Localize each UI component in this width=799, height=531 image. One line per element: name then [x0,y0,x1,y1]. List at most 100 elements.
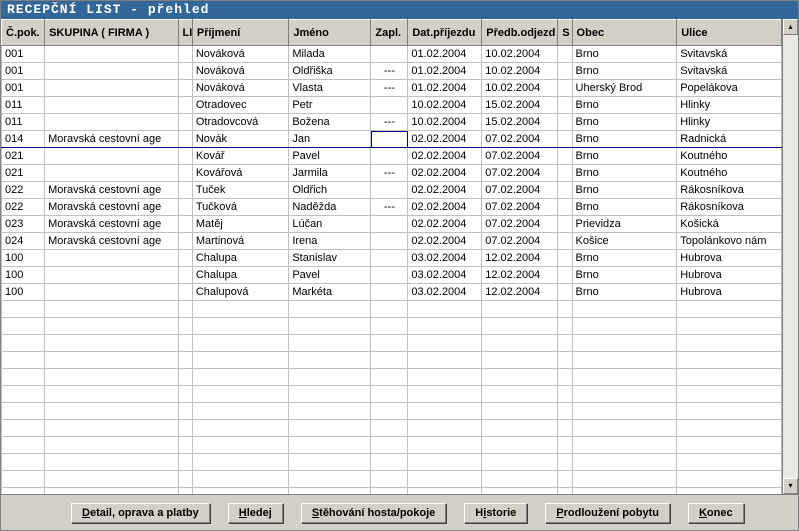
cell-ulice[interactable]: Topolánkovo nám [677,233,782,250]
cell-datp[interactable]: 02.02.2004 [408,216,482,233]
cell-li[interactable] [178,114,192,131]
cell-s[interactable] [558,199,572,216]
table-row[interactable]: 001NovákováMilada01.02.200410.02.2004Brn… [2,46,782,63]
cell-skupina[interactable] [45,46,178,63]
table-row[interactable]: 001NovákováVlasta---01.02.200410.02.2004… [2,80,782,97]
cell-s[interactable] [558,182,572,199]
cell-ulice[interactable]: Svitavská [677,63,782,80]
prodlouzeni-button[interactable]: Prodloužení pobytu [545,503,670,523]
cell-cpok[interactable]: 001 [2,46,45,63]
cell-pred[interactable]: 07.02.2004 [482,165,558,182]
cell-s[interactable] [558,267,572,284]
cell-obec[interactable]: Brno [572,165,677,182]
col-prijmeni[interactable]: Příjmení [192,20,288,46]
cell-pred[interactable]: 15.02.2004 [482,97,558,114]
cell-cpok[interactable]: 014 [2,131,45,148]
cell-s[interactable] [558,216,572,233]
cell-s[interactable] [558,165,572,182]
cell-datp[interactable]: 02.02.2004 [408,131,482,148]
cell-s[interactable] [558,148,572,165]
cell-s[interactable] [558,97,572,114]
cell-zapl[interactable] [371,267,408,284]
cell-zapl[interactable] [371,182,408,199]
hledej-button[interactable]: Hledej [228,503,283,523]
cell-cpok[interactable]: 021 [2,148,45,165]
col-s[interactable]: S [558,20,572,46]
cell-obec[interactable]: Brno [572,131,677,148]
cell-li[interactable] [178,267,192,284]
cell-datp[interactable]: 02.02.2004 [408,199,482,216]
cell-zapl[interactable] [371,148,408,165]
table-row[interactable]: 022Moravská cestovní ageTučkováNaděžda--… [2,199,782,216]
table-row[interactable]: 001NovákováOldřiška---01.02.200410.02.20… [2,63,782,80]
cell-datp[interactable]: 02.02.2004 [408,148,482,165]
cell-cpok[interactable]: 100 [2,284,45,301]
cell-ulice[interactable]: Koutného [677,148,782,165]
cell-skupina[interactable] [45,250,178,267]
cell-skupina[interactable] [45,165,178,182]
cell-obec[interactable]: Brno [572,250,677,267]
cell-prijmeni[interactable]: Chalupa [192,267,288,284]
cell-skupina[interactable]: Moravská cestovní age [45,182,178,199]
cell-pred[interactable]: 07.02.2004 [482,182,558,199]
cell-prijmeni[interactable]: Nováková [192,46,288,63]
table-row[interactable]: 024Moravská cestovní ageMartinováIrena02… [2,233,782,250]
cell-prijmeni[interactable]: Chalupová [192,284,288,301]
cell-li[interactable] [178,148,192,165]
cell-datp[interactable]: 10.02.2004 [408,97,482,114]
cell-s[interactable] [558,131,572,148]
cell-jmeno[interactable]: Stanislav [289,250,371,267]
cell-zapl[interactable] [371,284,408,301]
cell-ulice[interactable]: Radnická [677,131,782,148]
cell-ulice[interactable]: Koutného [677,165,782,182]
cell-datp[interactable]: 03.02.2004 [408,267,482,284]
cell-li[interactable] [178,131,192,148]
cell-prijmeni[interactable]: Novák [192,131,288,148]
cell-jmeno[interactable]: Pavel [289,148,371,165]
cell-skupina[interactable]: Moravská cestovní age [45,233,178,250]
cell-jmeno[interactable]: Naděžda [289,199,371,216]
vertical-scrollbar[interactable]: ▴ ▾ [782,19,798,494]
cell-ulice[interactable]: Hlinky [677,114,782,131]
detail-button[interactable]: Detail, oprava a platby [71,503,210,523]
col-ulice[interactable]: Ulice [677,20,782,46]
cell-obec[interactable]: Brno [572,148,677,165]
cell-cpok[interactable]: 023 [2,216,45,233]
cell-s[interactable] [558,114,572,131]
cell-prijmeni[interactable]: Tučková [192,199,288,216]
cell-zapl[interactable] [371,46,408,63]
cell-jmeno[interactable]: Markéta [289,284,371,301]
cell-skupina[interactable] [45,148,178,165]
konec-button[interactable]: Konec [688,503,744,523]
cell-skupina[interactable] [45,284,178,301]
cell-obec[interactable]: Brno [572,267,677,284]
cell-jmeno[interactable]: Irena [289,233,371,250]
cell-skupina[interactable] [45,267,178,284]
cell-zapl[interactable]: --- [371,63,408,80]
cell-pred[interactable]: 15.02.2004 [482,114,558,131]
cell-jmeno[interactable]: Jarmila [289,165,371,182]
cell-obec[interactable]: Prievidza [572,216,677,233]
cell-cpok[interactable]: 001 [2,80,45,97]
cell-zapl[interactable]: --- [371,165,408,182]
cell-skupina[interactable] [45,80,178,97]
cell-zapl[interactable]: --- [371,199,408,216]
cell-ulice[interactable]: Rákosníkova [677,199,782,216]
cell-obec[interactable]: Uherský Brod [572,80,677,97]
cell-jmeno[interactable]: Oldřiška [289,63,371,80]
cell-zapl[interactable] [371,216,408,233]
cell-jmeno[interactable]: Milada [289,46,371,63]
cell-s[interactable] [558,46,572,63]
cell-skupina[interactable]: Moravská cestovní age [45,216,178,233]
table-row[interactable]: 100ChalupaStanislav03.02.200412.02.2004B… [2,250,782,267]
cell-pred[interactable]: 12.02.2004 [482,250,558,267]
cell-cpok[interactable]: 011 [2,114,45,131]
cell-cpok[interactable]: 100 [2,267,45,284]
cell-ulice[interactable]: Hubrova [677,250,782,267]
cell-li[interactable] [178,97,192,114]
table-row[interactable]: 021KovářováJarmila---02.02.200407.02.200… [2,165,782,182]
table-row[interactable]: 014Moravská cestovní ageNovákJan02.02.20… [2,131,782,148]
cell-datp[interactable]: 10.02.2004 [408,114,482,131]
cell-pred[interactable]: 07.02.2004 [482,233,558,250]
cell-datp[interactable]: 01.02.2004 [408,63,482,80]
